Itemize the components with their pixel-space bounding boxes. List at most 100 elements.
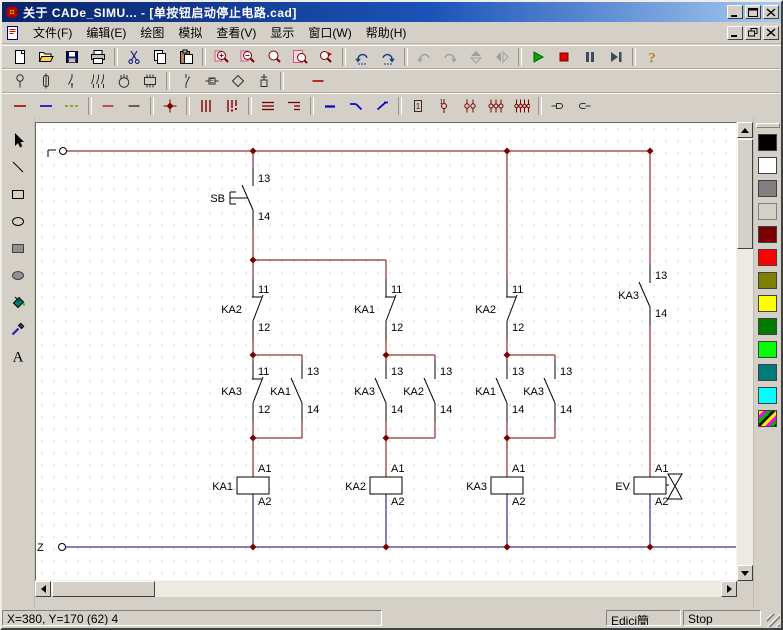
color-swatch-808080[interactable] (758, 180, 777, 197)
scroll-right-icon[interactable] (721, 581, 737, 597)
menu-item-1[interactable]: 编辑(E) (79, 24, 133, 42)
terminal-circle-1-button[interactable]: 1 (431, 94, 457, 118)
horizontal-scrollbar[interactable] (35, 581, 737, 597)
zoom-window-button[interactable] (261, 45, 287, 69)
color-swatch-000000[interactable] (758, 134, 777, 151)
coil-relay-button[interactable]: E (199, 69, 225, 93)
contact-switch-button[interactable] (59, 69, 85, 93)
scroll-down-icon[interactable] (737, 565, 753, 581)
close-icon[interactable] (763, 5, 779, 19)
flip-horizontal-button[interactable] (489, 45, 515, 69)
color-swatch-007b7b[interactable] (758, 364, 777, 381)
select-pointer-tool[interactable] (5, 127, 32, 152)
resize-grip[interactable] (767, 614, 780, 627)
minimize-icon[interactable] (727, 5, 743, 19)
maximize-icon[interactable] (745, 5, 761, 19)
plc-block-button[interactable] (137, 69, 163, 93)
flip-vertical-button[interactable] (463, 45, 489, 69)
terminal-circles-3-button[interactable] (483, 94, 509, 118)
bus-vertical-drops-button[interactable] (219, 94, 245, 118)
menu-item-2[interactable]: 绘图 (133, 24, 171, 42)
wire-blue-button[interactable] (33, 94, 59, 118)
bus-horizontal-split-button[interactable] (281, 94, 307, 118)
vertical-scrollbar[interactable] (737, 122, 753, 581)
zoom-page-button[interactable] (287, 45, 313, 69)
zoom-previous-button[interactable] (313, 45, 339, 69)
draw-rectangle-tool[interactable] (5, 181, 32, 206)
undo-button[interactable] (349, 45, 375, 69)
child-minimize-icon[interactable] (727, 26, 743, 40)
schematic-canvas[interactable]: Z1314SB1112KA21112KA11112KA21314KA31112K… (35, 122, 737, 581)
rotate-right-button[interactable] (437, 45, 463, 69)
connector-male-button[interactable] (545, 94, 571, 118)
color-swatch-808000[interactable] (758, 272, 777, 289)
color-swatch-ffffff[interactable] (758, 157, 777, 174)
color-swatch-none[interactable] (758, 203, 777, 220)
save-button[interactable] (59, 45, 85, 69)
cut-button[interactable] (121, 45, 147, 69)
scroll-left-icon[interactable] (35, 581, 51, 597)
zoom-out-button[interactable] (235, 45, 261, 69)
simulate-pause-button[interactable] (577, 45, 603, 69)
color-swatch-ffff00[interactable] (758, 295, 777, 312)
cable-contact-bend-button[interactable] (343, 94, 369, 118)
color-swatch-rainbow[interactable] (758, 410, 777, 427)
paste-button[interactable] (173, 45, 199, 69)
terminal-circles-2-button[interactable] (457, 94, 483, 118)
draw-ellipse-filled-tool[interactable] (5, 262, 32, 287)
detector-diamond-button[interactable] (225, 69, 251, 93)
menu-item-7[interactable]: 帮助(H) (359, 24, 414, 42)
help-button[interactable]: ? (639, 45, 665, 69)
wire-red-button[interactable] (7, 94, 33, 118)
draw-ellipse-tool[interactable] (5, 208, 32, 233)
wire-red-segment-button[interactable] (305, 69, 331, 93)
vertical-scroll-thumb[interactable] (737, 139, 753, 249)
horizontal-scroll-thumb[interactable] (52, 581, 155, 597)
lamp-button[interactable] (7, 69, 33, 93)
terminal-circles-4-button[interactable] (509, 94, 535, 118)
menu-item-6[interactable]: 窗口(W) (301, 24, 358, 42)
child-close-icon[interactable] (763, 26, 779, 40)
color-swatch-ff0000[interactable] (758, 249, 777, 266)
simulate-stop-button[interactable] (551, 45, 577, 69)
valve-block-button[interactable] (251, 69, 277, 93)
bus-horizontal-3-button[interactable] (255, 94, 281, 118)
cable-blue-segment-button[interactable] (317, 94, 343, 118)
draw-rectangle-filled-tool[interactable] (5, 235, 32, 260)
child-restore-icon[interactable] (745, 26, 761, 40)
motor-button[interactable] (111, 69, 137, 93)
fuse-button[interactable] (33, 69, 59, 93)
zoom-in-button[interactable] (209, 45, 235, 69)
insert-text-tool[interactable]: A (5, 343, 32, 368)
new-button[interactable] (7, 45, 33, 69)
rotate-left-button[interactable] (411, 45, 437, 69)
document-icon[interactable] (5, 25, 22, 41)
color-swatch-7b0000[interactable] (758, 226, 777, 243)
color-swatch-00ffff[interactable] (758, 387, 777, 404)
menu-item-0[interactable]: 文件(F) (26, 24, 79, 42)
print-button[interactable] (85, 45, 111, 69)
cable-contact-slash-button[interactable] (369, 94, 395, 118)
menu-item-5[interactable]: 显示 (263, 24, 301, 42)
menu-item-4[interactable]: 查看(V) (209, 24, 263, 42)
node-junction-button[interactable] (157, 94, 183, 118)
redo-button[interactable] (375, 45, 401, 69)
terminal-box-1-button[interactable]: 1 (405, 94, 431, 118)
color-swatch-00ff00[interactable] (758, 341, 777, 358)
open-button[interactable] (33, 45, 59, 69)
line-red-button[interactable] (95, 94, 121, 118)
copy-button[interactable] (147, 45, 173, 69)
fill-bucket-tool[interactable] (5, 289, 32, 314)
scroll-up-icon[interactable] (737, 122, 753, 138)
contact-triple-button[interactable] (85, 69, 111, 93)
simulate-play-button[interactable] (525, 45, 551, 69)
bus-vertical-3-button[interactable] (193, 94, 219, 118)
contact-single-button[interactable] (173, 69, 199, 93)
simulate-step-button[interactable] (603, 45, 629, 69)
connector-female-button[interactable] (571, 94, 597, 118)
wire-dashed-green-button[interactable] (59, 94, 85, 118)
color-swatch-007b00[interactable] (758, 318, 777, 335)
line-black-button[interactable] (121, 94, 147, 118)
color-picker-tool[interactable] (5, 316, 32, 341)
menu-item-3[interactable]: 模拟 (171, 24, 209, 42)
